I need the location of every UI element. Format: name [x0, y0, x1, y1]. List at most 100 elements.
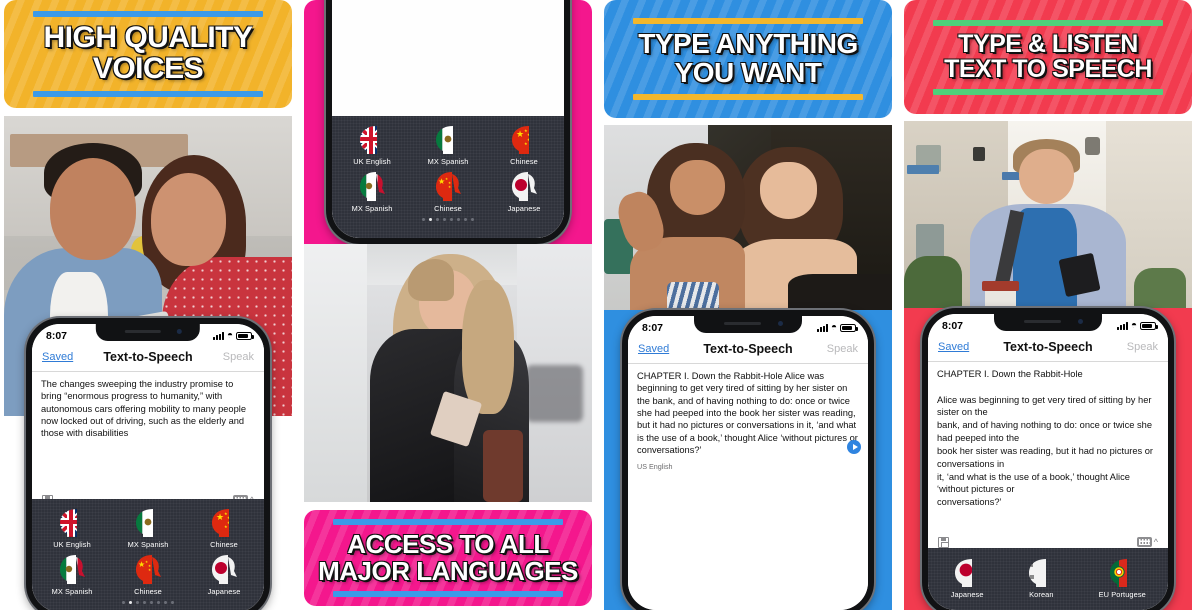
korean-head-icon [1024, 556, 1058, 588]
banner-headline: TYPE & LISTEN TEXT TO SPEECH [944, 29, 1152, 83]
signal-icon [816, 324, 828, 332]
nav-bar: Saved Text-to-Speech Speak [928, 336, 1168, 362]
voice-language-tag: US English [637, 461, 673, 471]
panel-type-and-listen: TYPE & LISTEN TEXT TO SPEECH 8:07 ◓ Save… [904, 0, 1192, 610]
japanese-head-icon [207, 553, 241, 585]
text-input-area[interactable]: CHAPTER I. Down the Rabbit-Hole Alice wa… [628, 364, 868, 461]
language-label: UK English [53, 540, 91, 549]
phone-screen-2: ^ UK English [332, 0, 564, 238]
language-item-uk-english[interactable]: UK English [34, 506, 110, 549]
signal-icon [212, 332, 224, 340]
pagination-dots[interactable] [334, 213, 562, 221]
japanese-head-icon [507, 170, 541, 202]
language-label: MX Spanish [351, 204, 393, 213]
panel-access-all-languages: ^ UK English [304, 0, 592, 610]
language-label: UK English [353, 157, 391, 166]
language-item-japanese[interactable]: Japanese [486, 170, 562, 213]
keyboard-icon[interactable] [1136, 537, 1152, 547]
iphone-mockup-1: 8:07 ◓ Saved Text-to-Speech Speak The ch… [26, 318, 270, 610]
mx-spanish-head-icon [131, 506, 165, 538]
language-item-chinese-female[interactable]: ★ ★ ★ ★ Chinese [410, 170, 486, 213]
page-title: Text-to-Speech [103, 350, 193, 364]
signal-icon [1116, 322, 1128, 330]
language-label: Japanese [207, 587, 241, 596]
eu-portugese-head-icon [1105, 556, 1139, 588]
saved-button[interactable]: Saved [938, 341, 969, 353]
language-label: Chinese [210, 540, 238, 549]
language-item-mx-spanish[interactable]: MX Spanish [410, 123, 486, 166]
language-keyboard-2: UK English MX Spanish ★ ★ ★ ★ ★ Chinese … [332, 116, 564, 238]
banner-rule-bottom [332, 590, 564, 597]
hero-photo-man-street [904, 121, 1192, 319]
language-keyboard-4: Japanese Korean EU Portugese [928, 548, 1168, 610]
language-keyboard-1: UK English MX Spanish ★ ★ ★ ★ ★ Chinese … [32, 499, 264, 610]
speak-button[interactable]: Speak [223, 351, 254, 363]
status-time: 8:07 [46, 330, 68, 342]
page-title: Text-to-Speech [1003, 340, 1093, 354]
notch [694, 316, 802, 333]
language-grid: UK English MX Spanish ★ ★ ★ ★ ★ Chinese … [334, 123, 562, 213]
speak-button[interactable]: Speak [827, 343, 858, 355]
banner-headline: ACCESS TO ALL MAJOR LANGUAGES [318, 529, 578, 586]
wifi-icon: ◓ [226, 330, 233, 341]
notch [95, 324, 201, 341]
page-title: Text-to-Speech [703, 342, 793, 356]
wifi-icon: ◓ [1130, 320, 1137, 331]
language-item-mx-spanish-female[interactable]: MX Spanish [34, 553, 110, 596]
play-icon[interactable] [847, 440, 861, 454]
language-label: Japanese [507, 204, 541, 213]
language-grid: UK English MX Spanish ★ ★ ★ ★ ★ Chinese … [34, 506, 262, 596]
chevron-up-icon[interactable]: ^ [1154, 537, 1158, 547]
pagination-dots[interactable] [34, 596, 262, 604]
language-item-mx-spanish-female[interactable]: MX Spanish [334, 170, 410, 213]
panel-type-anything: TYPE ANYTHING YOU WANT 8:07 ◓ Saved Text… [604, 0, 892, 610]
speak-button[interactable]: Speak [1127, 341, 1158, 353]
iphone-mockup-3: 8:07 ◓ Saved Text-to-Speech Speak CHAPTE… [622, 310, 874, 610]
saved-button[interactable]: Saved [638, 343, 669, 355]
language-label: Chinese [134, 587, 162, 596]
language-item-eu-portugese[interactable]: EU Portugese [1099, 556, 1146, 599]
text-input-area[interactable]: CHAPTER I. Down the Rabbit-Hole Alice wa… [928, 362, 1168, 513]
nav-bar: Saved Text-to-Speech Speak [628, 338, 868, 364]
language-label: MX Spanish [427, 157, 469, 166]
language-item-mx-spanish[interactable]: MX Spanish [110, 506, 186, 549]
mx-spanish-female-head-icon [55, 553, 89, 585]
hero-photo-woman-terminal [304, 244, 592, 502]
iphone-mockup-2: ^ UK English [326, 0, 570, 244]
banner-access-all-languages: ACCESS TO ALL MAJOR LANGUAGES [304, 510, 592, 606]
japanese-head-icon [950, 556, 984, 588]
language-label: Chinese [434, 204, 462, 213]
language-item-japanese[interactable]: Japanese [186, 553, 262, 596]
language-item-japanese[interactable]: Japanese [950, 556, 984, 599]
language-row: Japanese Korean EU Portugese [930, 554, 1166, 599]
svg-text:★: ★ [527, 137, 531, 142]
uk-english-head-icon [355, 123, 389, 155]
banner-headline: HIGH QUALITY VOICES [43, 21, 254, 85]
saved-button[interactable]: Saved [42, 351, 73, 363]
battery-icon [236, 332, 254, 340]
language-item-chinese[interactable]: ★ ★ ★ ★ ★ Chinese [486, 123, 562, 166]
phone-screen-1: 8:07 ◓ Saved Text-to-Speech Speak The ch… [32, 324, 264, 610]
chinese-head-icon: ★ ★ ★ ★ ★ [507, 123, 541, 155]
phone-screen-4: 8:07 ◓ Saved Text-to-Speech Speak CHAPTE… [928, 314, 1168, 610]
language-item-chinese-female[interactable]: ★ ★ ★ ★ Chinese [110, 553, 186, 596]
save-icon[interactable] [938, 536, 949, 548]
language-label: Chinese [510, 157, 538, 166]
chinese-female-head-icon: ★ ★ ★ ★ [131, 553, 165, 585]
banner-rule-bottom [632, 93, 864, 100]
text-input-area[interactable]: The changes sweeping the industry promis… [32, 372, 264, 444]
app-store-screenshot-gallery: HIGH QUALITY VOICES 8:07 ◓ Saved Text-to… [0, 0, 1200, 610]
svg-text:★: ★ [524, 141, 528, 146]
language-label: MX Spanish [51, 587, 93, 596]
mx-spanish-head-icon [431, 123, 465, 155]
battery-icon [1140, 322, 1158, 330]
language-item-chinese[interactable]: ★ ★ ★ ★ ★ Chinese [186, 506, 262, 549]
language-item-korean[interactable]: Korean [1024, 556, 1058, 599]
notch [994, 314, 1102, 331]
chinese-head-icon: ★ ★ ★ ★ ★ [207, 506, 241, 538]
language-item-uk-english[interactable]: UK English [334, 123, 410, 166]
banner-type-anything: TYPE ANYTHING YOU WANT [604, 0, 892, 118]
battery-icon [840, 324, 858, 332]
panel-high-quality-voices: HIGH QUALITY VOICES 8:07 ◓ Saved Text-to… [4, 0, 292, 610]
banner-headline: TYPE ANYTHING YOU WANT [638, 28, 858, 88]
